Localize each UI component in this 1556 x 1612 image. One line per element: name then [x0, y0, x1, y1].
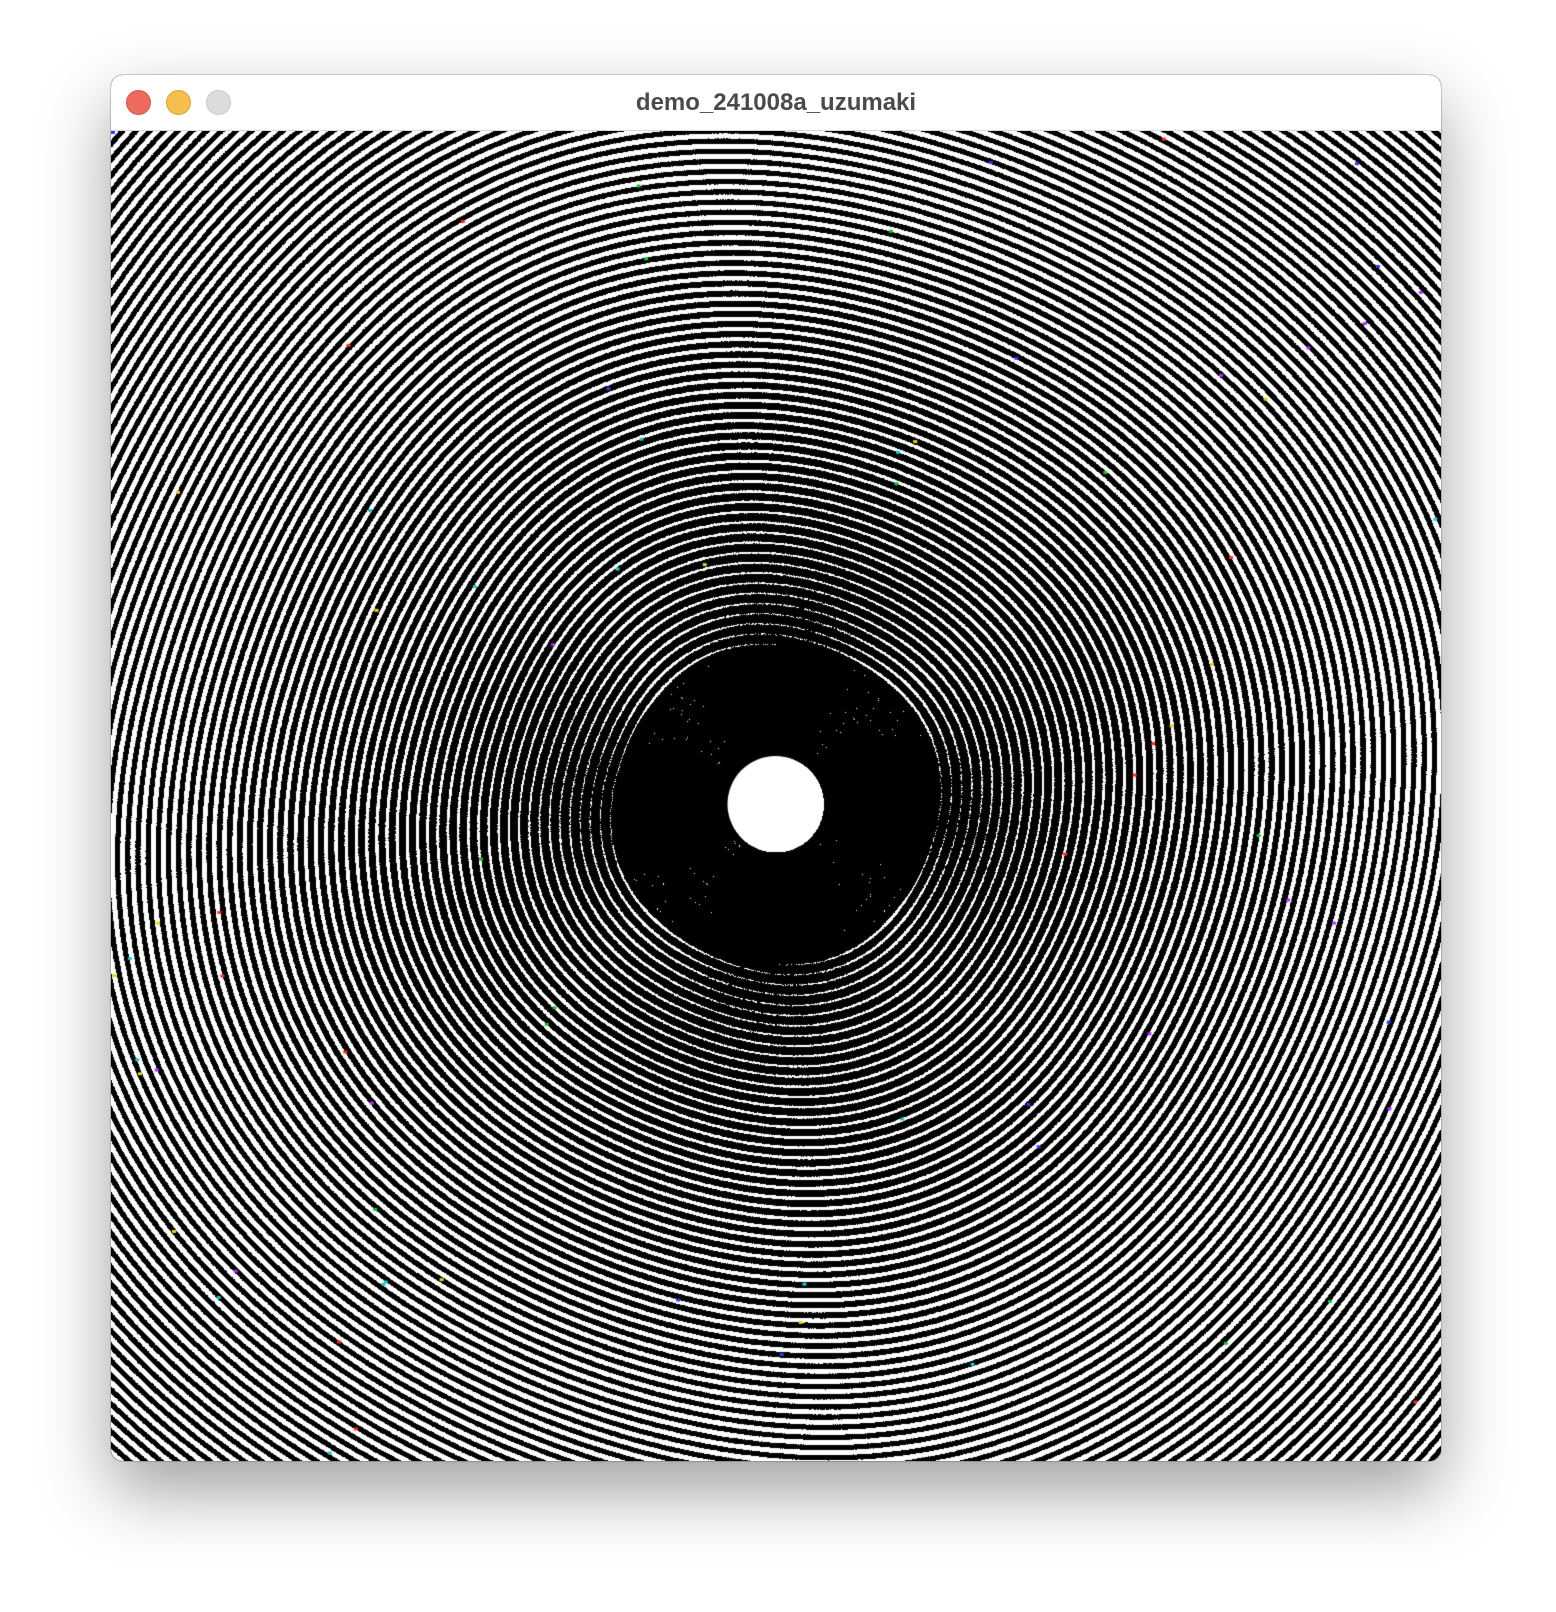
desktop: demo_241008a_uzumaki [0, 0, 1556, 1612]
window-title: demo_241008a_uzumaki [635, 89, 917, 116]
title-bar[interactable]: demo_241008a_uzumaki [111, 75, 1441, 131]
sketch-canvas[interactable] [111, 131, 1441, 1461]
app-window: demo_241008a_uzumaki [111, 75, 1441, 1461]
sketch-canvas-area[interactable] [111, 131, 1441, 1461]
